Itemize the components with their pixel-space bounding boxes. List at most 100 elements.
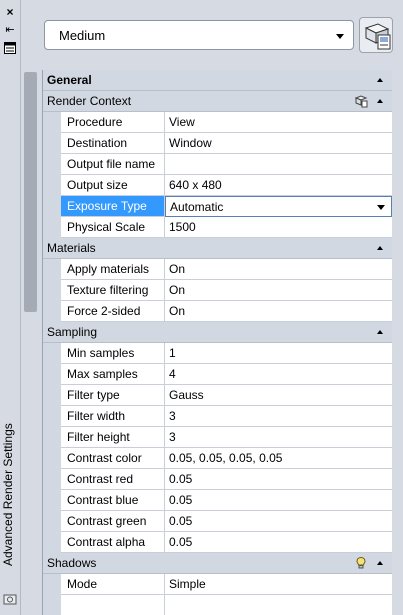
property-value[interactable]: On: [165, 280, 392, 301]
properties-icon[interactable]: [4, 42, 16, 54]
property-row-output-size[interactable]: Output size 640 x 480: [43, 175, 392, 196]
property-row-physical-scale[interactable]: Physical Scale 1500: [43, 217, 392, 238]
scrollbar-thumb[interactable]: [24, 72, 37, 312]
collapse-icon[interactable]: [377, 561, 383, 565]
property-value[interactable]: 0.05: [165, 490, 392, 511]
property-row-mode[interactable]: Mode Simple: [43, 574, 392, 595]
property-name: Procedure: [61, 112, 165, 133]
property-value[interactable]: 3: [165, 427, 392, 448]
row-gutter: [43, 133, 61, 154]
property-value[interactable]: 640 x 480: [165, 175, 392, 196]
property-grid: General Render Context Procedure View De…: [42, 70, 392, 615]
property-name: Contrast green: [61, 511, 165, 532]
render-preset-value: Medium: [59, 28, 106, 43]
category-general[interactable]: General: [43, 70, 392, 91]
property-row-output-file-name[interactable]: Output file name: [43, 154, 392, 175]
category-materials[interactable]: Materials: [43, 238, 392, 259]
row-gutter: [43, 343, 61, 364]
lightbulb-icon[interactable]: [354, 556, 368, 570]
row-gutter: [43, 301, 61, 322]
row-gutter: [43, 280, 61, 301]
property-value[interactable]: View: [165, 112, 392, 133]
property-name: Contrast red: [61, 469, 165, 490]
row-gutter: [43, 532, 61, 553]
property-value[interactable]: 0.05: [165, 469, 392, 490]
row-gutter: [43, 595, 61, 615]
property-row-procedure[interactable]: Procedure View: [43, 112, 392, 133]
property-row-texture-filtering[interactable]: Texture filtering On: [43, 280, 392, 301]
property-value[interactable]: 3: [165, 406, 392, 427]
property-row-contrast-alpha[interactable]: Contrast alpha 0.05: [43, 532, 392, 553]
property-name: Contrast alpha: [61, 532, 165, 553]
chevron-down-icon: [336, 34, 344, 39]
category-shadows[interactable]: Shadows: [43, 553, 392, 574]
category-sampling[interactable]: Sampling: [43, 322, 392, 343]
property-row-filter-type[interactable]: Filter type Gauss: [43, 385, 392, 406]
property-name: Contrast color: [61, 448, 165, 469]
collapse-icon[interactable]: [377, 78, 383, 82]
render-button[interactable]: [359, 17, 393, 53]
category-render-context[interactable]: Render Context: [43, 91, 392, 112]
property-name: Exposure Type: [61, 196, 165, 217]
close-icon[interactable]: ×: [4, 6, 16, 18]
row-gutter: [43, 217, 61, 238]
property-value[interactable]: Gauss: [165, 385, 392, 406]
property-name: Contrast blue: [61, 490, 165, 511]
property-value[interactable]: [165, 595, 392, 615]
category-label: Sampling: [47, 325, 98, 339]
row-gutter: [43, 427, 61, 448]
property-row-apply-materials[interactable]: Apply materials On: [43, 259, 392, 280]
row-gutter: [43, 364, 61, 385]
property-name: Output size: [61, 175, 165, 196]
row-gutter: [43, 175, 61, 196]
property-name: Filter height: [61, 427, 165, 448]
property-name: Mode: [61, 574, 165, 595]
property-row-filter-width[interactable]: Filter width 3: [43, 406, 392, 427]
property-name: Physical Scale: [61, 217, 165, 238]
property-value: Automatic: [170, 200, 224, 214]
property-value[interactable]: On: [165, 259, 392, 280]
property-row-contrast-color[interactable]: Contrast color 0.05, 0.05, 0.05, 0.05: [43, 448, 392, 469]
collapse-icon[interactable]: [377, 246, 383, 250]
property-name: Output file name: [61, 154, 165, 175]
auto-hide-icon[interactable]: ⇤: [4, 24, 16, 36]
property-value[interactable]: On: [165, 301, 392, 322]
property-name: Destination: [61, 133, 165, 154]
row-gutter: [43, 490, 61, 511]
exposure-type-select[interactable]: Automatic: [165, 196, 392, 217]
row-gutter: [43, 196, 61, 217]
property-name: Texture filtering: [61, 280, 165, 301]
property-row-contrast-blue[interactable]: Contrast blue 0.05: [43, 490, 392, 511]
property-value[interactable]: 4: [165, 364, 392, 385]
row-gutter: [43, 574, 61, 595]
collapse-icon[interactable]: [377, 99, 383, 103]
property-value[interactable]: Window: [165, 133, 392, 154]
property-name: Filter width: [61, 406, 165, 427]
property-row-contrast-green[interactable]: Contrast green 0.05: [43, 511, 392, 532]
row-gutter: [43, 469, 61, 490]
property-value[interactable]: Simple: [165, 574, 392, 595]
row-gutter: [43, 511, 61, 532]
property-row-max-samples[interactable]: Max samples 4: [43, 364, 392, 385]
property-value[interactable]: [165, 154, 392, 175]
property-value[interactable]: 0.05, 0.05, 0.05, 0.05: [165, 448, 392, 469]
property-value[interactable]: 1: [165, 343, 392, 364]
property-row-exposure-type[interactable]: Exposure Type Automatic: [43, 196, 392, 217]
property-row-min-samples[interactable]: Min samples 1: [43, 343, 392, 364]
property-name: [61, 595, 165, 615]
collapse-icon[interactable]: [377, 330, 383, 334]
property-value[interactable]: 0.05: [165, 511, 392, 532]
property-row-destination[interactable]: Destination Window: [43, 133, 392, 154]
property-value[interactable]: 0.05: [165, 532, 392, 553]
property-value[interactable]: 1500: [165, 217, 392, 238]
property-row-contrast-red[interactable]: Contrast red 0.05: [43, 469, 392, 490]
palette-settings-icon[interactable]: [3, 592, 17, 606]
render-context-icon[interactable]: [354, 94, 368, 108]
property-row-partial[interactable]: [43, 595, 392, 615]
render-preset-select[interactable]: Medium: [44, 20, 354, 50]
property-row-filter-height[interactable]: Filter height 3: [43, 427, 392, 448]
chevron-down-icon[interactable]: [377, 205, 385, 210]
property-row-force-2-sided[interactable]: Force 2-sided On: [43, 301, 392, 322]
grid-scrollbar[interactable]: [21, 70, 42, 615]
row-gutter: [43, 259, 61, 280]
